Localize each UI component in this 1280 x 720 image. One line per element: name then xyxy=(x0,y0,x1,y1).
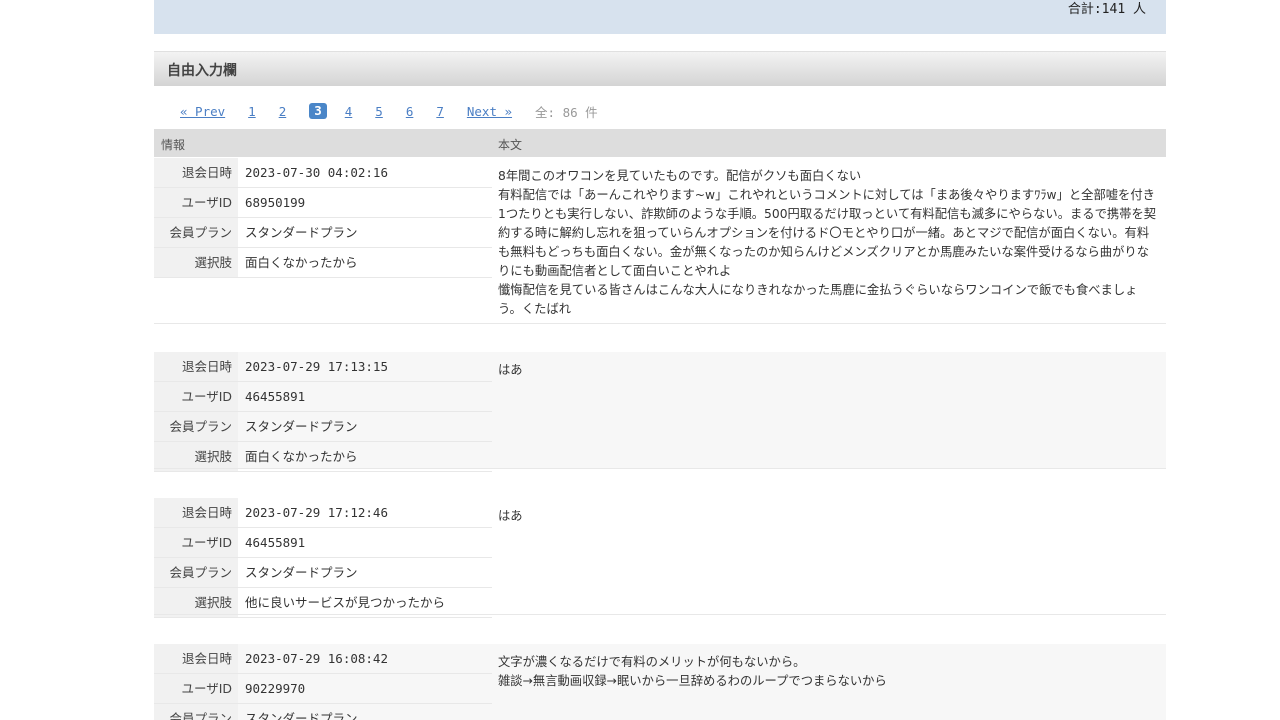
table-header: 情報 本文 xyxy=(154,129,1166,157)
entry-plan: スタンダードプラン xyxy=(245,419,358,434)
label-date: 退会日時 xyxy=(181,359,232,374)
label-date: 退会日時 xyxy=(181,505,232,520)
divider xyxy=(154,614,1166,615)
entry-date: 2023-07-29 16:08:42 xyxy=(245,651,388,666)
entry-plan: スタンダードプラン xyxy=(245,565,358,580)
entry-user-id: 68950199 xyxy=(245,195,306,210)
label-choice: 選択肢 xyxy=(194,595,232,610)
page-link-4[interactable]: 4 xyxy=(345,104,353,119)
divider xyxy=(154,468,1166,469)
label-date: 退会日時 xyxy=(181,651,232,666)
divider xyxy=(154,323,1166,324)
column-header-info: 情報 xyxy=(161,138,186,152)
label-choice: 選択肢 xyxy=(194,255,232,270)
entry-body: はあ xyxy=(498,363,523,377)
label-user-id: ユーザID xyxy=(181,535,232,550)
page-link-7[interactable]: 7 xyxy=(436,104,444,119)
page-link-1[interactable]: 1 xyxy=(248,104,256,119)
prev-page-link[interactable]: « Prev xyxy=(180,104,225,119)
entry-info: 退会日時 2023-07-29 17:13:15 ユーザID 46455891 会員… xyxy=(154,352,492,472)
page-link-5[interactable]: 5 xyxy=(375,104,383,119)
entry-row: 退会日時 2023-07-29 17:13:15 ユーザID 46455891 会員… xyxy=(154,352,1166,472)
label-plan: 会員プラン xyxy=(169,419,232,434)
entry-date: 2023-07-29 17:12:46 xyxy=(245,505,388,520)
entry-choice: 他に良いサービスが見つかったから xyxy=(245,595,446,610)
entry-row: 退会日時 2023-07-29 16:08:42 ユーザID 90229970 会員… xyxy=(154,644,1166,720)
label-user-id: ユーザID xyxy=(181,681,232,696)
label-choice: 選択肢 xyxy=(194,449,232,464)
entry-body: 8年間このオワコンを見ていたものです。配信がクソも面白くない 有料配信では「あー… xyxy=(498,169,1157,316)
entry-user-id: 46455891 xyxy=(245,535,306,550)
total-entries: 全: 86 件 xyxy=(535,104,598,120)
label-plan: 会員プラン xyxy=(169,711,232,720)
label-user-id: ユーザID xyxy=(181,195,232,210)
entry-body: はあ xyxy=(498,509,523,523)
entry-info: 退会日時 2023-07-29 16:08:42 ユーザID 90229970 会員… xyxy=(154,644,492,720)
entry-row: 退会日時 2023-07-29 17:12:46 ユーザID 46455891 会員… xyxy=(154,498,1166,618)
entry-plan: スタンダードプラン xyxy=(245,711,358,720)
entry-row: 退会日時 2023-07-30 04:02:16 ユーザID 68950199 会員… xyxy=(154,158,1166,323)
label-user-id: ユーザID xyxy=(181,389,232,404)
column-header-body: 本文 xyxy=(498,138,523,152)
entry-choice: 面白くなかったから xyxy=(245,255,358,270)
entry-body: 文字が濃くなるだけで有料のメリットが何もないから。 雑談→無言動画収録→眠いから… xyxy=(498,655,887,688)
top-summary-bar: 合計:141 人 xyxy=(154,0,1166,34)
entry-plan: スタンダードプラン xyxy=(245,225,358,240)
entry-info: 退会日時 2023-07-29 17:12:46 ユーザID 46455891 会員… xyxy=(154,498,492,618)
total-count: 合計:141 人 xyxy=(1067,2,1146,17)
label-plan: 会員プラン xyxy=(169,225,232,240)
entry-info: 退会日時 2023-07-30 04:02:16 ユーザID 68950199 会員… xyxy=(154,158,492,278)
entry-choice: 面白くなかったから xyxy=(245,449,358,464)
label-date: 退会日時 xyxy=(181,165,232,180)
entry-date: 2023-07-29 17:13:15 xyxy=(245,359,388,374)
section-title: 自由入力欄 xyxy=(167,63,237,79)
page-link-6[interactable]: 6 xyxy=(406,104,414,119)
page-link-2[interactable]: 2 xyxy=(279,104,287,119)
next-page-link[interactable]: Next » xyxy=(467,104,512,119)
current-page: 3 xyxy=(309,103,327,119)
entry-user-id: 46455891 xyxy=(245,389,306,404)
pagination: « Prev 1 2 3 4 5 6 7 Next » 全: 86 件 xyxy=(180,101,598,121)
label-plan: 会員プラン xyxy=(169,565,232,580)
entry-date: 2023-07-30 04:02:16 xyxy=(245,165,388,180)
section-header: 自由入力欄 xyxy=(154,51,1166,86)
entry-user-id: 90229970 xyxy=(245,681,306,696)
